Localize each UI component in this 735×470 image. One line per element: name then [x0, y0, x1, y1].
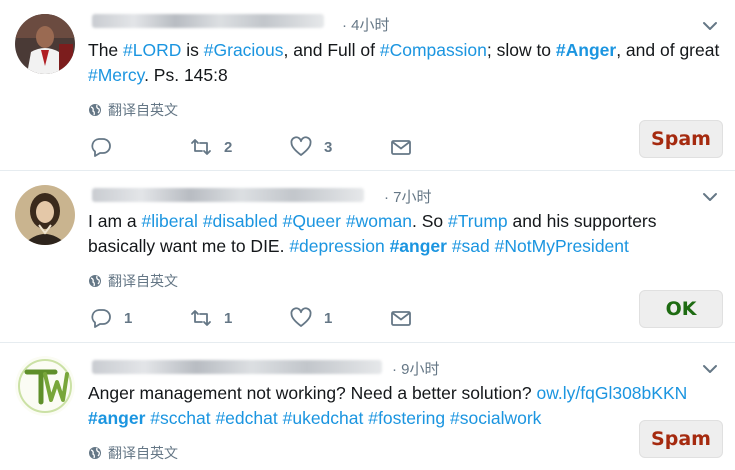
avatar[interactable]: [15, 14, 75, 74]
tweet-2: · 7小时 I am a #liberal #disabled #Queer #…: [0, 170, 735, 343]
hashtag-link[interactable]: #scchat: [150, 408, 210, 428]
like-count: 1: [324, 309, 333, 327]
blurred-username[interactable]: [92, 360, 382, 374]
blurred-username[interactable]: [92, 188, 364, 202]
tweet-text: The #LORD is #Gracious, and Full of #Com…: [88, 38, 720, 88]
text-segment: is: [181, 40, 204, 60]
translate-link[interactable]: 翻译自英文: [88, 443, 178, 463]
hashtag-link[interactable]: #Gracious: [204, 40, 284, 60]
text-segment: . Ps. 145:8: [144, 65, 228, 85]
reply-icon: [91, 138, 111, 157]
globe-icon: [89, 447, 101, 459]
hashtag-link[interactable]: #depression: [289, 236, 384, 256]
tweet-text-line-1: Anger management not working? Need a bet…: [88, 381, 718, 406]
retweet-button[interactable]: 2: [190, 136, 232, 158]
text-segment: , and Full of: [283, 40, 380, 60]
text-segment: The: [88, 40, 124, 60]
classification-label-button[interactable]: OK: [639, 290, 723, 328]
avatar[interactable]: [15, 185, 75, 245]
tweet-text: I am a #liberal #disabled #Queer #woman.…: [88, 209, 718, 259]
chevron-down-icon[interactable]: [701, 360, 719, 378]
hashtag-link[interactable]: #NotMyPresident: [495, 236, 629, 256]
tweet-1: · 4小时 The #LORD is #Gracious, and Full o…: [0, 0, 735, 171]
direct-message-button[interactable]: [390, 307, 412, 329]
reply-count: 1: [124, 309, 133, 327]
hashtag-link[interactable]: #edchat: [215, 408, 277, 428]
tweet-timestamp[interactable]: · 4小时: [342, 14, 390, 35]
retweet-icon: [191, 139, 211, 155]
heart-icon: [290, 136, 312, 156]
retweet-icon: [191, 310, 211, 326]
hashtag-link[interactable]: #socialwork: [450, 408, 541, 428]
tweet-text-line-2: #Mercy. Ps. 145:8: [88, 63, 718, 88]
translate-label: 翻译自英文: [108, 273, 178, 289]
like-button[interactable]: 3: [290, 136, 332, 158]
avatar[interactable]: [15, 356, 75, 416]
classification-label-button[interactable]: Spam: [639, 120, 723, 158]
translate-link[interactable]: 翻译自英文: [88, 100, 178, 120]
reply-button[interactable]: [90, 136, 124, 158]
retweet-button[interactable]: 1: [190, 307, 232, 329]
tweet-3: · 9小时 Anger management not working? Need…: [0, 342, 735, 470]
text-segment: , and of great: [616, 40, 720, 60]
heart-icon: [290, 307, 312, 327]
reply-button[interactable]: 1: [90, 307, 132, 329]
classification-label: Spam: [651, 128, 711, 150]
retweet-count: 1: [224, 309, 233, 327]
retweet-count: 2: [224, 138, 233, 156]
url-link[interactable]: ow.ly/fqGl308bKKN: [536, 383, 687, 403]
envelope-icon: [391, 140, 411, 155]
hashtag-link[interactable]: #Trump: [448, 211, 508, 231]
tweet-timestamp[interactable]: · 7小时: [384, 186, 432, 207]
classification-label: Spam: [651, 428, 711, 450]
hashtag-link[interactable]: #sad: [452, 236, 490, 256]
hashtag-link[interactable]: #disabled: [203, 211, 278, 231]
text-segment: I am a: [88, 211, 142, 231]
hashtag-link[interactable]: #liberal: [142, 211, 198, 231]
hashtag-link[interactable]: #woman: [346, 211, 412, 231]
translate-link[interactable]: 翻译自英文: [88, 271, 178, 291]
hashtag-link[interactable]: #Anger: [556, 40, 616, 60]
tweet-text-line-1: I am a #liberal #disabled #Queer #woman.…: [88, 209, 718, 234]
hashtag-link[interactable]: #Mercy: [88, 65, 144, 85]
classification-label-button[interactable]: Spam: [639, 420, 723, 458]
direct-message-button[interactable]: [390, 136, 412, 158]
globe-icon: [89, 104, 101, 116]
text-segment: and his supporters: [507, 211, 657, 231]
hashtag-link[interactable]: #Compassion: [380, 40, 487, 60]
reply-icon: [91, 309, 111, 328]
tweet-text: Anger management not working? Need a bet…: [88, 381, 718, 431]
classification-label: OK: [665, 298, 697, 320]
translate-label: 翻译自英文: [108, 445, 178, 461]
chevron-down-icon[interactable]: [701, 188, 719, 206]
hashtag-link[interactable]: #fostering: [368, 408, 445, 428]
text-segment: Anger management not working? Need a bet…: [88, 383, 537, 403]
tweet-text-line-2: #anger #scchat #edchat #ukedchat #foster…: [88, 406, 718, 431]
tweet-timestamp[interactable]: · 9小时: [392, 358, 440, 379]
hashtag-link[interactable]: #anger: [390, 236, 447, 256]
hashtag-link[interactable]: #Queer: [283, 211, 341, 231]
tweet-text-line-1: The #LORD is #Gracious, and Full of #Com…: [88, 38, 720, 63]
like-count: 3: [324, 138, 333, 156]
globe-icon: [89, 275, 101, 287]
text-segment: ; slow to: [486, 40, 556, 60]
tweet-text-line-2: basically want me to DIE. #depression #a…: [88, 234, 718, 259]
hashtag-link[interactable]: #ukedchat: [283, 408, 364, 428]
blurred-username[interactable]: [92, 14, 324, 28]
text-segment: basically want me to DIE.: [88, 236, 290, 256]
hashtag-link[interactable]: #anger: [88, 408, 145, 428]
text-segment: . So: [412, 211, 449, 231]
chevron-down-icon[interactable]: [701, 17, 719, 35]
hashtag-link[interactable]: #LORD: [123, 40, 181, 60]
like-button[interactable]: 1: [290, 307, 332, 329]
envelope-icon: [391, 311, 411, 326]
translate-label: 翻译自英文: [108, 102, 178, 118]
